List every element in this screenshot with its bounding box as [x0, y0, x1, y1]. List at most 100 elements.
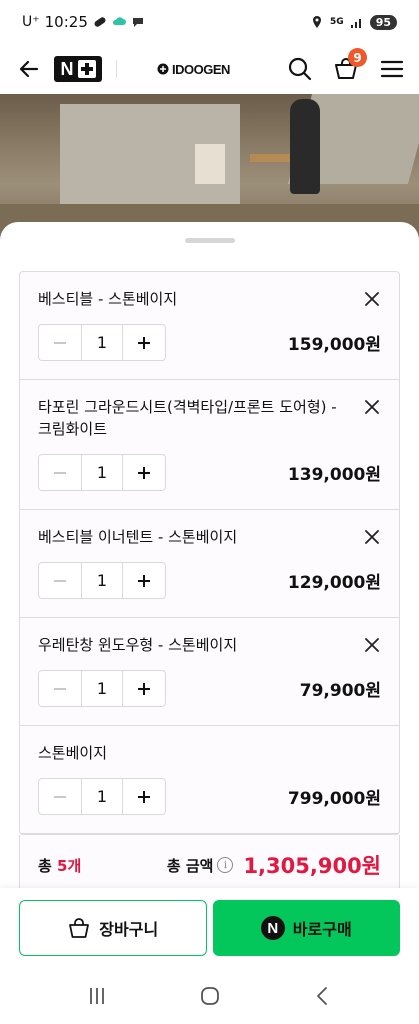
cart-item-name: 타포린 그라운드시트(격벽타입/프론트 도어형) - 크림화이트	[38, 398, 337, 438]
system-navigation-bar	[0, 968, 419, 1024]
chevron-left-icon	[316, 987, 327, 1005]
increase-quantity-button[interactable]	[123, 779, 165, 814]
brand-mark-icon	[157, 63, 169, 75]
cart-item: 우레탄창 윈도우형 - 스톤베이지 1 79,900원	[20, 618, 399, 726]
increase-quantity-button[interactable]	[123, 325, 165, 360]
cart-item-name: 베스티블 - 스톤베이지	[38, 290, 178, 308]
cart-button[interactable]: 9	[331, 48, 367, 84]
back-button[interactable]	[14, 54, 44, 84]
cart-bottom-sheet: 베스티블 - 스톤베이지 1 159,000원 타포린 그라운드시트(격벽타입/…	[0, 222, 419, 892]
cart-item: 베스티블 - 스톤베이지 1 159,000원	[20, 272, 399, 380]
location-icon	[313, 16, 322, 28]
cart-item: 타포린 그라운드시트(격벽타입/프론트 도어형) - 크림화이트 1 139,0…	[20, 380, 399, 510]
remove-item-button[interactable]	[363, 290, 381, 308]
header-divider	[116, 60, 117, 78]
total-count-prefix: 총	[38, 856, 58, 875]
total-amount-value: 1,305,900원	[243, 854, 381, 878]
plus-icon	[138, 790, 150, 803]
plus-icon	[138, 574, 150, 587]
increase-quantity-button[interactable]	[123, 455, 165, 490]
decrease-quantity-button[interactable]	[39, 455, 81, 490]
battery-indicator: 95	[369, 14, 397, 30]
cart-item-price: 129,000원	[287, 573, 381, 593]
increase-quantity-button[interactable]	[123, 671, 165, 706]
close-icon	[365, 292, 379, 306]
buy-now-label: 바로구매	[292, 920, 352, 939]
brand-name: IDOOGEN	[172, 61, 230, 77]
minus-icon	[54, 579, 66, 582]
naver-plus-logo[interactable]: N	[54, 56, 102, 82]
decrease-quantity-button[interactable]	[39, 325, 81, 360]
quantity-value[interactable]: 1	[81, 671, 123, 706]
remove-item-button[interactable]	[363, 636, 381, 654]
status-bar: U⁺ 10:25 5G 95	[0, 0, 419, 44]
quantity-stepper: 1	[38, 562, 166, 599]
quantity-stepper: 1	[38, 778, 166, 815]
network-type-label: 5G	[330, 17, 344, 27]
decrease-quantity-button[interactable]	[39, 563, 81, 598]
quantity-stepper: 1	[38, 324, 166, 361]
cart-item: 베스티블 이너텐트 - 스톤베이지 1 129,000원	[20, 510, 399, 618]
recent-apps-icon	[89, 988, 104, 1004]
recent-apps-button[interactable]	[77, 976, 117, 1016]
signal-icon	[350, 19, 361, 28]
close-icon	[365, 400, 379, 414]
quantity-value[interactable]: 1	[81, 455, 123, 490]
search-icon	[288, 57, 312, 81]
hamburger-menu-icon	[380, 60, 404, 78]
cart-item-price: 79,900원	[299, 681, 381, 701]
minus-icon	[54, 341, 66, 344]
plus-icon	[138, 682, 150, 695]
increase-quantity-button[interactable]	[123, 563, 165, 598]
home-button[interactable]	[190, 976, 230, 1016]
total-count-value: 5개	[57, 856, 82, 875]
info-icon[interactable]: i	[217, 857, 234, 873]
clock: 10:25	[44, 13, 88, 31]
brand-logo[interactable]: IDOOGEN	[157, 62, 230, 77]
menu-button[interactable]	[377, 54, 407, 84]
purchase-action-bar: 장바구니 N 바로구매	[0, 888, 419, 968]
cart-count-badge: 9	[348, 48, 367, 67]
shopping-basket-icon	[69, 918, 90, 938]
minus-icon	[54, 795, 66, 798]
carrier-label: U⁺	[22, 14, 40, 30]
quantity-stepper: 1	[38, 670, 166, 707]
buy-now-button[interactable]: N 바로구매	[212, 900, 400, 956]
total-count: 총 5개	[38, 855, 81, 876]
cart-item-list: 베스티블 - 스톤베이지 1 159,000원 타포린 그라운드시트(격벽타입/…	[19, 271, 400, 835]
app-header: N IDOOGEN 9	[0, 44, 419, 94]
add-to-cart-button[interactable]: 장바구니	[19, 900, 207, 956]
system-back-button[interactable]	[303, 976, 343, 1016]
sheet-drag-handle[interactable]	[185, 238, 235, 243]
cloud-icon	[112, 17, 126, 25]
capsule-icon	[94, 17, 106, 27]
minus-icon	[54, 471, 66, 474]
quantity-value[interactable]: 1	[81, 779, 123, 814]
minus-icon	[54, 687, 66, 690]
home-icon	[200, 987, 219, 1005]
plus-icon	[138, 466, 150, 479]
close-icon	[365, 530, 379, 544]
arrow-left-icon	[19, 60, 39, 78]
remove-item-button[interactable]	[363, 398, 381, 416]
quantity-value[interactable]: 1	[81, 563, 123, 598]
close-icon	[365, 638, 379, 652]
cart-item-price: 799,000원	[287, 789, 381, 809]
decrease-quantity-button[interactable]	[39, 671, 81, 706]
naver-pay-icon: N	[260, 916, 285, 940]
decrease-quantity-button[interactable]	[39, 779, 81, 814]
search-button[interactable]	[285, 54, 315, 84]
quantity-stepper: 1	[38, 454, 166, 491]
chat-bubble-icon	[132, 18, 143, 27]
cart-item-price: 139,000원	[287, 465, 381, 485]
cart-item-name: 베스티블 이너텐트 - 스톤베이지	[38, 528, 238, 546]
quantity-value[interactable]: 1	[81, 325, 123, 360]
remove-item-button[interactable]	[363, 528, 381, 546]
total-amount-label: 총 금액	[166, 856, 214, 875]
cart-item-price: 159,000원	[287, 335, 381, 355]
add-to-cart-label: 장바구니	[99, 920, 159, 939]
cart-item-name: 우레탄창 윈도우형 - 스톤베이지	[38, 636, 238, 654]
cart-item: 스톤베이지 1 799,000원	[20, 726, 399, 834]
plus-icon	[138, 336, 150, 349]
cart-totals: 총 5개 총 금액 i 1,305,900원	[19, 835, 400, 892]
